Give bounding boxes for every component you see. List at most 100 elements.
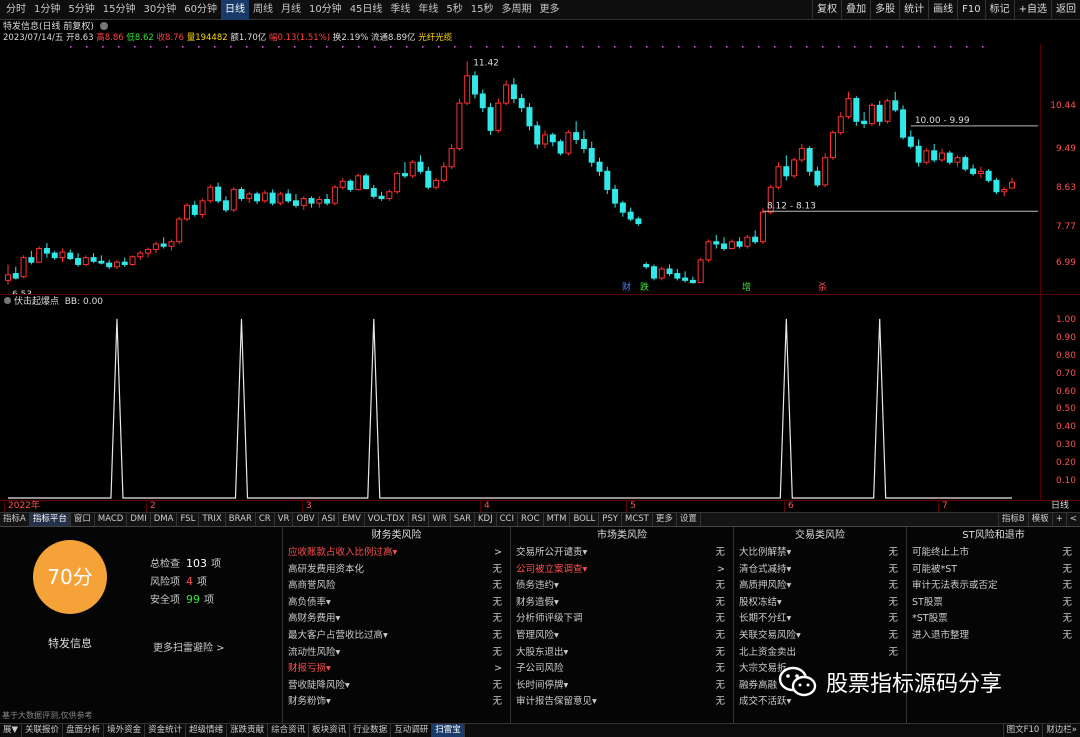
toolbar-button[interactable]: 多股 bbox=[870, 0, 899, 20]
risk-row[interactable]: 最大客户占营收比过高▾ 无 bbox=[283, 628, 510, 645]
bottom-right-button[interactable]: 财边栏» bbox=[1042, 724, 1080, 737]
toolbar-button[interactable]: 统计 bbox=[899, 0, 928, 20]
risk-row[interactable]: 债务违约▾ 无 bbox=[511, 578, 733, 595]
risk-row[interactable]: 长期不分红▾ 无 bbox=[734, 611, 906, 628]
risk-row[interactable]: 高商誉风险 无 bbox=[283, 578, 510, 595]
risk-row[interactable]: 营收陡降风险▾ 无 bbox=[283, 678, 510, 695]
risk-row[interactable]: 长时间停牌▾ 无 bbox=[511, 678, 733, 695]
risk-row[interactable]: 交易所公开谴责▾ 无 bbox=[511, 545, 733, 562]
indicator-tab[interactable]: 指标平台 bbox=[29, 513, 71, 526]
indicator-tab[interactable]: MACD bbox=[95, 513, 128, 526]
bottom-tab[interactable]: 扫雷宝 bbox=[432, 724, 465, 737]
indicator-tab[interactable]: TRIX bbox=[199, 513, 226, 526]
indicator-right-button[interactable]: 指标B bbox=[997, 513, 1028, 526]
period-tab[interactable]: 60分钟 bbox=[180, 0, 221, 20]
bb-indicator-chart[interactable] bbox=[0, 308, 1040, 500]
sub-indicator-gear-icon[interactable] bbox=[4, 297, 11, 304]
indicator-tab[interactable]: MTM bbox=[544, 513, 571, 526]
indicator-tab[interactable]: 窗口 bbox=[71, 513, 95, 526]
period-tab[interactable]: 1分钟 bbox=[30, 0, 64, 20]
risk-row[interactable]: 审计无法表示或否定 无 bbox=[907, 578, 1080, 595]
risk-row[interactable]: 财报亏损▾ > bbox=[283, 661, 510, 678]
bottom-tab[interactable]: 展▼ bbox=[0, 724, 23, 737]
risk-row[interactable]: 子公司风险 无 bbox=[511, 661, 733, 678]
period-tab[interactable]: 10分钟 bbox=[305, 0, 346, 20]
period-tab[interactable]: 45日线 bbox=[346, 0, 387, 20]
toolbar-button[interactable]: 标记 bbox=[984, 0, 1014, 20]
indicator-tab[interactable]: SAR bbox=[451, 513, 475, 526]
settings-gear-icon[interactable] bbox=[99, 22, 108, 30]
indicator-tab[interactable]: RSI bbox=[409, 513, 430, 526]
period-tab[interactable]: 15分钟 bbox=[99, 0, 140, 20]
period-tab[interactable]: 分时 bbox=[2, 0, 30, 20]
indicator-right-button[interactable]: 模板 bbox=[1027, 513, 1052, 526]
indicator-tab[interactable]: CR bbox=[256, 513, 275, 526]
risk-row[interactable]: 高研发费用资本化 无 bbox=[283, 562, 510, 579]
risk-row[interactable]: 清仓式减持▾ 无 bbox=[734, 562, 906, 579]
risk-row[interactable]: 进入退市整理 无 bbox=[907, 628, 1080, 645]
risk-row[interactable]: 应收账款占收入比例过高▾ > bbox=[283, 545, 510, 562]
period-tab[interactable]: 多周期 bbox=[498, 0, 536, 20]
risk-row[interactable]: *ST股票 无 bbox=[907, 611, 1080, 628]
risk-row[interactable]: 流动性风险▾ 无 bbox=[283, 645, 510, 662]
risk-row[interactable]: 财务造假▾ 无 bbox=[511, 595, 733, 612]
more-scan-link[interactable]: 更多扫雷避险 > bbox=[153, 639, 225, 654]
risk-row[interactable]: ST股票 无 bbox=[907, 595, 1080, 612]
bottom-tab[interactable]: 境外资金 bbox=[104, 724, 146, 737]
indicator-tab[interactable]: MCST bbox=[622, 513, 653, 526]
risk-row[interactable]: 管理风险▾ 无 bbox=[511, 628, 733, 645]
toolbar-button[interactable]: 复权 bbox=[812, 0, 841, 20]
bottom-tab[interactable]: 综合资讯 bbox=[268, 724, 310, 737]
indicator-tab[interactable]: ASI bbox=[319, 513, 340, 526]
indicator-tab[interactable]: VOL-TDX bbox=[365, 513, 409, 526]
period-tab[interactable]: 5秒 bbox=[442, 0, 466, 20]
period-tab[interactable]: 日线 bbox=[220, 0, 249, 20]
bottom-tab[interactable]: 超级情绪 bbox=[186, 724, 228, 737]
indicator-tab[interactable]: BRAR bbox=[226, 513, 256, 526]
indicator-tab[interactable]: 设置 bbox=[677, 513, 701, 526]
risk-row[interactable]: 审计报告保留意见▾ 无 bbox=[511, 694, 733, 711]
toolbar-button[interactable]: 叠加 bbox=[841, 0, 870, 20]
period-tab[interactable]: 30分钟 bbox=[139, 0, 180, 20]
indicator-tab[interactable]: VR bbox=[275, 513, 294, 526]
indicator-tab[interactable]: WR bbox=[429, 513, 451, 526]
indicator-tab[interactable]: KDJ bbox=[475, 513, 497, 526]
period-tab[interactable]: 更多 bbox=[536, 0, 564, 20]
indicator-tab[interactable]: FSL bbox=[177, 513, 200, 526]
indicator-tab[interactable]: OBV bbox=[293, 513, 319, 526]
candlestick-chart[interactable]: 10.00 - 9.998.12 - 8.1311.426.53财跌增杀 bbox=[0, 44, 1040, 294]
risk-row[interactable]: 公司被立案调查▾ > bbox=[511, 562, 733, 579]
risk-row[interactable]: 分析师评级下调 无 bbox=[511, 611, 733, 628]
toolbar-button[interactable]: 画线 bbox=[928, 0, 957, 20]
period-tab[interactable]: 月线 bbox=[277, 0, 305, 20]
period-tab[interactable]: 5分钟 bbox=[64, 0, 98, 20]
toolbar-button[interactable]: F10 bbox=[957, 0, 984, 20]
bottom-tab[interactable]: 盘面分析 bbox=[63, 724, 105, 737]
toolbar-button[interactable]: 返回 bbox=[1051, 0, 1080, 20]
indicator-right-button[interactable]: < bbox=[1065, 513, 1080, 526]
bottom-tab[interactable]: 资金统计 bbox=[145, 724, 187, 737]
period-tab[interactable]: 周线 bbox=[249, 0, 277, 20]
risk-row[interactable]: 大比例解禁▾ 无 bbox=[734, 545, 906, 562]
risk-row[interactable]: 大股东退出▾ 无 bbox=[511, 645, 733, 662]
bottom-tab[interactable]: 板块资讯 bbox=[309, 724, 351, 737]
bottom-tab[interactable]: 涨跌贡献 bbox=[227, 724, 269, 737]
indicator-tab[interactable]: DMA bbox=[151, 513, 178, 526]
risk-row[interactable]: 关联交易风险▾ 无 bbox=[734, 628, 906, 645]
indicator-tab[interactable]: BOLL bbox=[570, 513, 600, 526]
risk-row[interactable]: 财务粉饰▾ 无 bbox=[283, 694, 510, 711]
risk-row[interactable]: 高质押风险▾ 无 bbox=[734, 578, 906, 595]
risk-row[interactable]: 可能终止上市 无 bbox=[907, 545, 1080, 562]
indicator-tab[interactable]: DMI bbox=[127, 513, 151, 526]
bottom-tab[interactable]: 关联报价 bbox=[22, 724, 64, 737]
bottom-right-button[interactable]: 图文F10 bbox=[1002, 724, 1043, 737]
indicator-tab[interactable]: PSY bbox=[599, 513, 622, 526]
indicator-tab[interactable]: 指标A bbox=[0, 513, 30, 526]
period-tab[interactable]: 季线 bbox=[386, 0, 414, 20]
indicator-tab[interactable]: 更多 bbox=[653, 513, 677, 526]
period-tab[interactable]: 年线 bbox=[414, 0, 442, 20]
risk-row[interactable]: 高财务费用▾ 无 bbox=[283, 611, 510, 628]
indicator-tab[interactable]: CCI bbox=[497, 513, 519, 526]
risk-row[interactable]: 高负债率▾ 无 bbox=[283, 595, 510, 612]
bottom-tab[interactable]: 互动调研 bbox=[391, 724, 433, 737]
